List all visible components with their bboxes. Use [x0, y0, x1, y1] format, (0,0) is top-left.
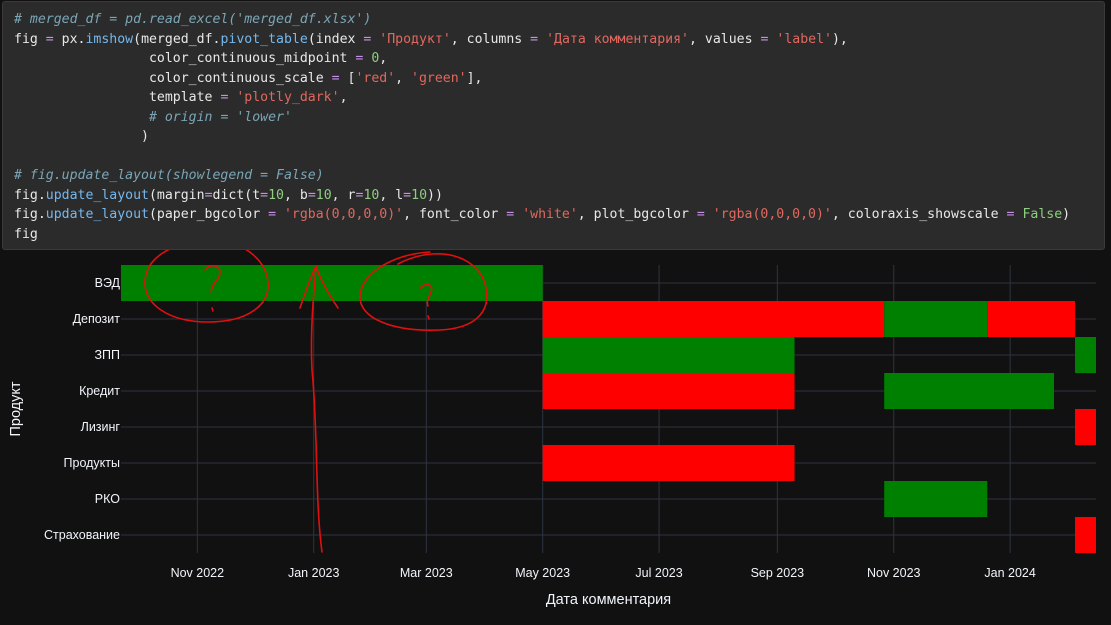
heatmap-cell — [1075, 409, 1096, 445]
code-line: # origin = 'lower' — [148, 109, 292, 125]
x-tick-label: Sep 2023 — [751, 566, 805, 580]
code-line: # merged_df = pd.read_excel('merged_df.x… — [14, 12, 372, 27]
code-line: fig.update_layout(paper_bgcolor = 'rgba(… — [14, 207, 1071, 222]
heatmap-cell — [542, 301, 885, 337]
code-line: fig = px.imshow(merged_df.pivot_table(in… — [14, 31, 848, 47]
x-tick-label: Jan 2024 — [984, 566, 1035, 580]
x-tick-label: Nov 2023 — [867, 566, 921, 580]
y-tick-label: Кредит — [79, 384, 120, 398]
y-tick-label: Страхование — [44, 528, 120, 542]
code-line: fig.update_layout(margin=dict(t=10, b=10… — [14, 187, 443, 203]
x-axis-title: Дата комментария — [546, 592, 671, 608]
heatmap-cell — [121, 265, 543, 301]
x-tick-label: Jul 2023 — [635, 566, 682, 580]
code-line: ) — [14, 129, 149, 144]
x-tick-label: Jan 2023 — [288, 566, 339, 580]
y-tick-label: ВЭД — [95, 276, 121, 290]
y-tick-label: ЗПП — [94, 348, 120, 362]
y-tick-label: Депозит — [73, 312, 121, 326]
code-cell[interactable]: # merged_df = pd.read_excel('merged_df.x… — [2, 1, 1105, 250]
heatmap-cell — [1075, 517, 1096, 553]
code-line: color_continuous_scale = ['red', 'green'… — [14, 70, 483, 86]
y-tick-label: Лизинг — [81, 420, 121, 434]
heatmap-cell — [987, 301, 1076, 337]
code-line: fig — [14, 226, 38, 242]
annotation-arrow — [299, 265, 339, 553]
heatmap-cell — [1075, 337, 1096, 373]
x-tick-label: Nov 2022 — [171, 566, 225, 580]
x-tick-label: May 2023 — [515, 566, 570, 580]
heatmap-cell — [884, 373, 1055, 409]
y-tick-label: РКО — [95, 492, 120, 506]
heatmap-cell — [884, 481, 988, 517]
y-axis-title: Продукт — [8, 381, 24, 436]
code-line: # fig.update_layout(showlegend = False) — [14, 168, 324, 183]
heatmap-cell — [884, 301, 988, 337]
code-line: color_continuous_midpoint = 0, — [14, 51, 388, 66]
heatmap-chart: ВЭД Депозит ЗПП Кредит Лизинг Продукты РКО Стра… — [8, 239, 1096, 608]
heatmap-figure: ВЭД Депозит ЗПП Кредит Лизинг Продукты РКО Стра… — [0, 239, 1111, 621]
code-line: template = 'plotly_dark', — [14, 90, 348, 105]
heatmap-cell — [542, 337, 795, 373]
code-editor[interactable]: # merged_df = pd.read_excel('merged_df.x… — [14, 10, 1070, 244]
heatmap-cell — [542, 445, 795, 481]
x-tick-label: Mar 2023 — [400, 566, 453, 580]
heatmap-cell — [542, 373, 795, 409]
y-tick-label: Продукты — [64, 456, 120, 470]
